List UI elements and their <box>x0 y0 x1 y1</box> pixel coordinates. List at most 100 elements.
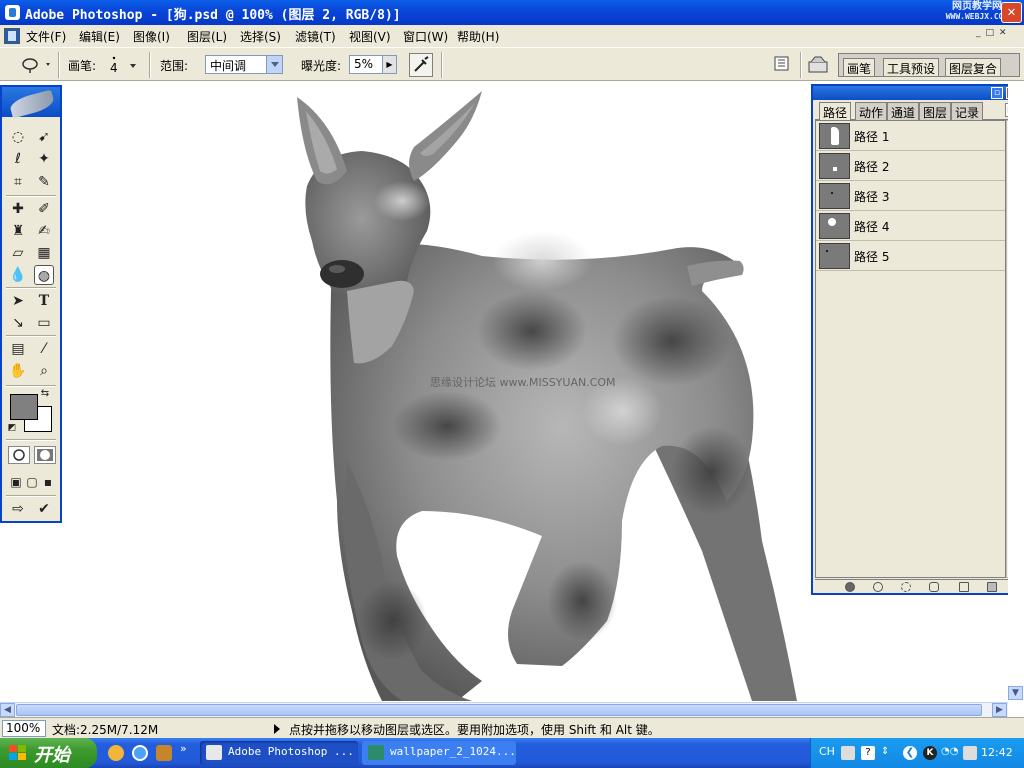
quicklaunch-expand-icon[interactable]: » <box>180 742 187 755</box>
history-brush-tool-icon[interactable]: ✍ <box>34 221 54 241</box>
brush-tool-icon[interactable]: ✐ <box>34 199 54 219</box>
airbrush-button[interactable] <box>409 53 433 77</box>
tab-layers[interactable]: 图层 <box>919 102 952 120</box>
menu-view[interactable]: 视图(V) <box>349 28 391 45</box>
menu-window[interactable]: 窗口(W) <box>403 28 448 45</box>
pen-tool-icon[interactable]: ↘ <box>8 313 28 333</box>
scroll-left-arrow-icon[interactable]: ◀ <box>0 703 15 717</box>
antivirus-icon[interactable]: K <box>923 746 937 760</box>
foreground-color-swatch[interactable] <box>10 394 38 420</box>
path-row[interactable]: 路径 5 <box>816 241 1005 271</box>
quicklaunch-messenger-icon[interactable] <box>108 745 124 761</box>
messenger-tray-icon[interactable]: ◔◔ <box>941 746 958 760</box>
menu-image[interactable]: 图像(I) <box>133 28 170 45</box>
toolbox-header[interactable] <box>2 87 60 119</box>
tray-collapse-icon[interactable]: ❮ <box>903 746 917 760</box>
keyboard-icon[interactable] <box>841 746 855 760</box>
horizontal-scrollbar[interactable]: ◀ ▶ <box>0 702 1008 717</box>
path-row[interactable]: 路径 3 <box>816 181 1005 211</box>
load-path-as-selection-icon[interactable] <box>901 582 911 592</box>
path-row[interactable]: 路径 2 <box>816 151 1005 181</box>
crop-tool-icon[interactable]: ⌗ <box>8 172 28 192</box>
delete-path-icon[interactable] <box>987 582 997 592</box>
tab-history[interactable]: 记录 <box>951 102 984 120</box>
gradient-tool-icon[interactable]: ▦ <box>34 243 54 263</box>
ime-toolbar-icon[interactable]: ⇕ <box>881 746 895 760</box>
title-bar[interactable]: Adobe Photoshop - [狗.psd @ 100% (图层 2, R… <box>0 0 1024 25</box>
default-colors-icon[interactable]: ◩ <box>6 422 18 434</box>
menu-edit[interactable]: 编辑(E) <box>79 28 120 45</box>
well-tab-layer-comps[interactable]: 图层复合 <box>945 58 1002 76</box>
new-path-icon[interactable] <box>959 582 969 592</box>
swap-colors-icon[interactable]: ⇆ <box>38 387 52 401</box>
panel-header[interactable]: ▫ ✕ <box>813 86 1020 100</box>
hand-tool-icon[interactable]: ✋ <box>8 361 28 381</box>
move-tool-icon[interactable]: ➹ <box>34 127 54 147</box>
brush-picker-icon[interactable] <box>110 56 140 74</box>
path-selection-tool-icon[interactable]: ➤ <box>8 291 28 311</box>
full-screen-mode-icon[interactable]: ▪ <box>38 472 58 492</box>
type-tool-icon[interactable]: T <box>34 291 54 311</box>
vertical-scrollbar[interactable]: ▼ <box>1008 81 1024 702</box>
notes-tool-icon[interactable]: ▤ <box>8 339 28 359</box>
stroke-path-icon[interactable] <box>873 582 883 592</box>
well-tab-brushes[interactable]: 画笔 <box>843 58 876 76</box>
quicklaunch-app-icon[interactable] <box>156 745 172 761</box>
document-canvas[interactable]: 思缘设计论坛 www.MISSYUAN.COM <box>62 81 810 701</box>
document-icon[interactable] <box>4 28 20 44</box>
dodge-tool-preset-icon[interactable] <box>20 56 54 74</box>
menu-layer[interactable]: 图层(L) <box>187 28 227 45</box>
menu-help[interactable]: 帮助(H) <box>457 28 499 45</box>
panel-minimize-button[interactable]: ▫ <box>991 87 1003 99</box>
window-title: Adobe Photoshop - [狗.psd @ 100% (图层 2, R… <box>25 8 401 23</box>
photoshop-app-icon[interactable] <box>5 5 20 20</box>
task-photoshop[interactable]: Adobe Photoshop ... <box>200 741 358 765</box>
range-select[interactable]: 中间调 <box>205 55 283 74</box>
well-tab-tool-presets[interactable]: 工具预设 <box>883 58 940 76</box>
document-window-controls[interactable]: _□✕ <box>976 28 1022 42</box>
make-work-path-icon[interactable] <box>929 582 939 592</box>
menu-filter[interactable]: 滤镜(T) <box>295 28 336 45</box>
imageready-icon[interactable]: ✔ <box>34 499 54 519</box>
palette-toggle-icon[interactable] <box>774 56 790 72</box>
path-row[interactable]: 路径 4 <box>816 211 1005 241</box>
tab-actions[interactable]: 动作 <box>855 102 888 120</box>
lasso-tool-icon[interactable]: ℓ <box>8 149 28 169</box>
network-icon[interactable] <box>963 746 977 760</box>
tab-paths[interactable]: 路径 <box>819 102 852 120</box>
horizontal-scroll-thumb[interactable] <box>16 704 982 716</box>
dodge-tool-icon[interactable]: ◍ <box>34 265 54 285</box>
menu-select[interactable]: 选择(S) <box>240 28 281 45</box>
chevron-down-icon[interactable] <box>266 56 282 73</box>
exposure-slider-arrow-icon[interactable]: ▶ <box>382 56 396 73</box>
slice-tool-icon[interactable]: ✎ <box>34 172 54 192</box>
jump-to-imageready-icon[interactable]: ⇨ <box>8 499 28 519</box>
help-icon[interactable]: ? <box>861 746 875 760</box>
fill-path-icon[interactable] <box>845 582 855 592</box>
path-row[interactable]: 路径 1 <box>816 121 1005 151</box>
quicklaunch-browser-icon[interactable] <box>132 745 148 761</box>
quick-mask-mode-button[interactable] <box>34 446 56 464</box>
input-language-indicator[interactable]: CH <box>819 745 835 758</box>
file-browser-icon[interactable] <box>807 54 831 76</box>
eyedropper-tool-icon[interactable]: ⁄ <box>34 339 54 359</box>
scroll-down-arrow-icon[interactable]: ▼ <box>1008 686 1023 700</box>
clone-stamp-tool-icon[interactable]: ♜ <box>8 221 28 241</box>
marquee-tool-icon[interactable]: ◌ <box>8 127 28 147</box>
magic-wand-tool-icon[interactable]: ✦ <box>34 149 54 169</box>
scroll-right-arrow-icon[interactable]: ▶ <box>992 703 1007 717</box>
eraser-tool-icon[interactable]: ▱ <box>8 243 28 263</box>
blur-tool-icon[interactable]: 💧 <box>8 265 28 285</box>
zoom-tool-icon[interactable]: ⌕ <box>34 361 54 381</box>
menu-file[interactable]: 文件(F) <box>26 28 66 45</box>
status-menu-arrow-icon[interactable] <box>274 724 280 734</box>
exposure-input[interactable]: 5% ▶ <box>349 55 397 74</box>
rectangle-tool-icon[interactable]: ▭ <box>34 313 54 333</box>
task-wallpaper[interactable]: wallpaper_2_1024... <box>362 741 516 765</box>
healing-brush-tool-icon[interactable]: ✚ <box>8 199 28 219</box>
tab-channels[interactable]: 通道 <box>887 102 920 120</box>
close-window-button[interactable]: ✕ <box>1001 2 1022 23</box>
zoom-input[interactable]: 100% <box>2 720 46 737</box>
start-button[interactable]: 开始 <box>0 738 97 768</box>
standard-mode-button[interactable] <box>8 446 30 464</box>
